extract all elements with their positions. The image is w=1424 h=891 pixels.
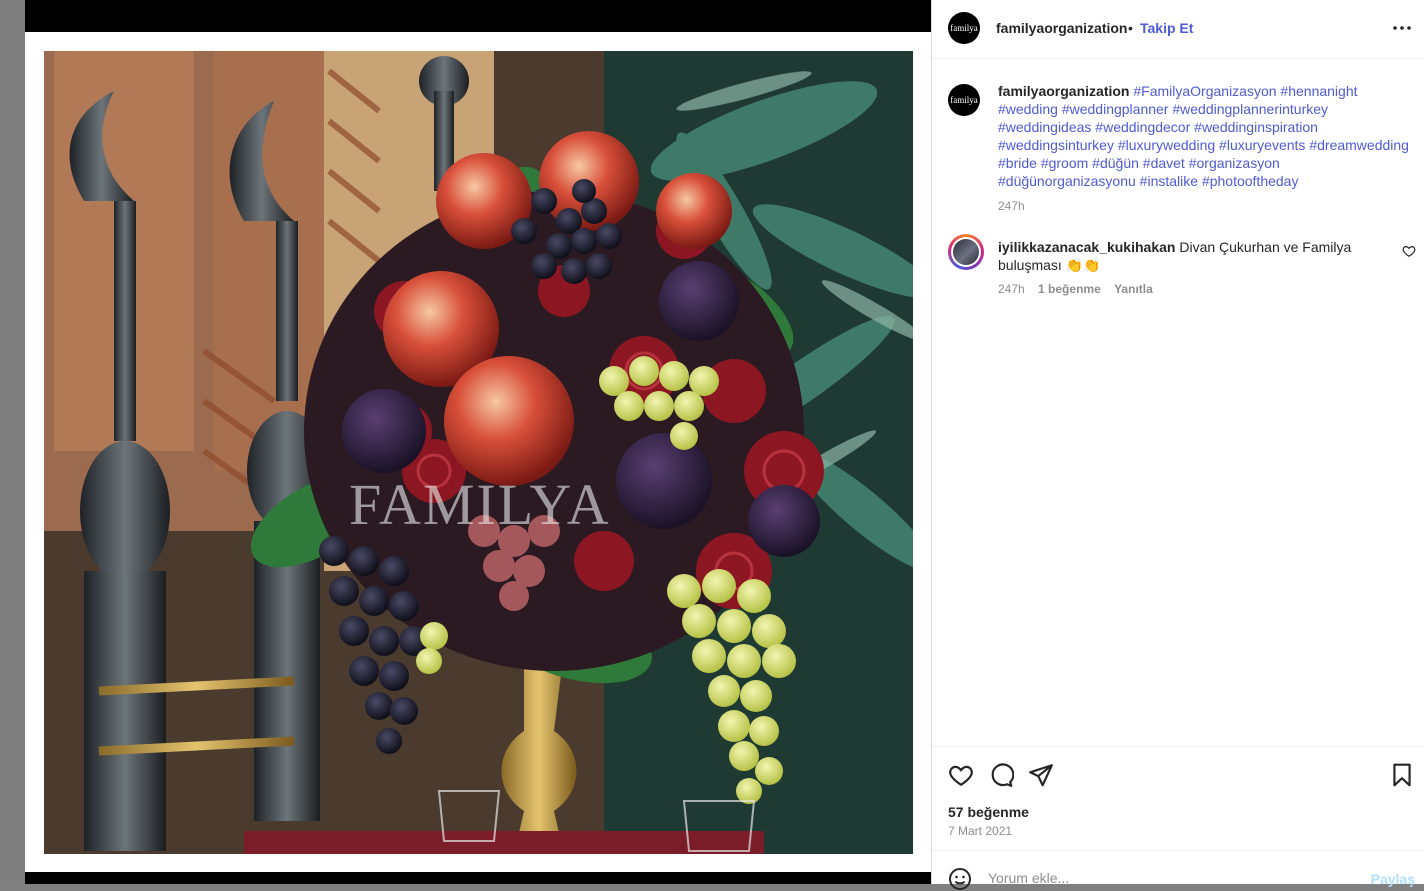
post-date: 7 Mart 2021 [948,824,1013,838]
hashtag-link[interactable]: #bride [998,155,1037,171]
comment-text: iyilikkazanacak_kukihakan Divan Çukurhan… [998,238,1368,274]
emoji-icon[interactable] [948,867,972,891]
hashtag-link[interactable]: #davet [1143,155,1185,171]
commenter-username[interactable]: iyilikkazanacak_kukihakan [998,239,1175,255]
hashtag-link[interactable]: #wedding [998,101,1058,117]
hashtag-link[interactable]: #weddingideas [998,119,1091,135]
hashtag-link[interactable]: #luxurywedding [1118,137,1215,153]
comment-timestamp[interactable]: 247h [998,282,1025,296]
hashtag-link[interactable]: #weddingplannerinturkey [1172,101,1328,117]
hashtag-link[interactable]: #luxuryevents [1219,137,1305,153]
background-overlay [0,0,25,884]
comment-icon[interactable] [988,762,1014,788]
commenter-avatar[interactable] [948,234,984,270]
caption-text: familyaorganization #FamilyaOrganizasyon… [998,82,1418,190]
caption-avatar[interactable]: familya [948,84,980,116]
hashtag-link[interactable]: #photooftheday [1202,173,1299,189]
action-bar [932,746,1424,807]
author-username[interactable]: familyaorganization [996,20,1127,36]
hashtag-link[interactable]: #düğünorganizasyonu [998,173,1136,189]
post-photo[interactable]: FAMILYA [44,51,913,854]
hashtag-link[interactable]: #weddingplanner [1062,101,1169,117]
share-icon[interactable] [1028,762,1054,788]
comment-reply-button[interactable]: Yanıtla [1114,282,1153,296]
hashtag-link[interactable]: #FamilyaOrganizasyon [1133,83,1276,99]
watermark-text: FAMILYA [349,472,611,537]
heart-icon[interactable] [948,762,974,788]
avatar-logo-text: familya [950,23,978,33]
comment-meta: 247h 1 beğenme Yanıtla [998,282,1163,296]
author-avatar[interactable]: familya [948,12,980,44]
comment-item: iyilikkazanacak_kukihakan Divan Çukurhan… [948,234,1418,304]
post-side-panel: familya familyaorganization • Takip Et f… [931,0,1424,890]
hashtag-link[interactable]: #weddingdecor [1095,119,1190,135]
header-separator: • [1128,20,1133,36]
hashtag-link[interactable]: #weddinginspiration [1194,119,1318,135]
hashtag-link[interactable]: #dreamwedding [1309,137,1409,153]
comment-heart-icon[interactable] [1402,244,1416,258]
hashtag-link[interactable]: #hennanight [1280,83,1357,99]
post-comment-button[interactable]: Paylaş [1371,871,1415,887]
follow-button[interactable]: Takip Et [1140,20,1193,36]
ellipsis-icon[interactable] [1390,18,1414,38]
comment-likes[interactable]: 1 beğenme [1038,282,1101,296]
hashtag-link[interactable]: #groom [1041,155,1088,171]
hashtag-link[interactable]: #organizasyon [1189,155,1280,171]
hashtag-link[interactable]: #weddingsinturkey [998,137,1114,153]
post-media: FAMILYA [25,0,931,884]
hashtag-link[interactable]: #düğün [1092,155,1139,171]
likes-count[interactable]: 57 beğenme [948,804,1029,820]
photo-frame: FAMILYA [25,32,931,872]
hashtag-link[interactable]: #instalike [1140,173,1198,189]
commenter-avatar-image [953,239,979,265]
avatar-logo-text: familya [950,95,978,105]
bookmark-icon[interactable] [1389,762,1415,788]
caption-timestamp[interactable]: 247h [998,199,1025,213]
caption-username[interactable]: familyaorganization [998,83,1129,99]
add-comment-bar: Paylaş [932,850,1424,890]
post-header: familya familyaorganization • Takip Et [932,0,1424,59]
